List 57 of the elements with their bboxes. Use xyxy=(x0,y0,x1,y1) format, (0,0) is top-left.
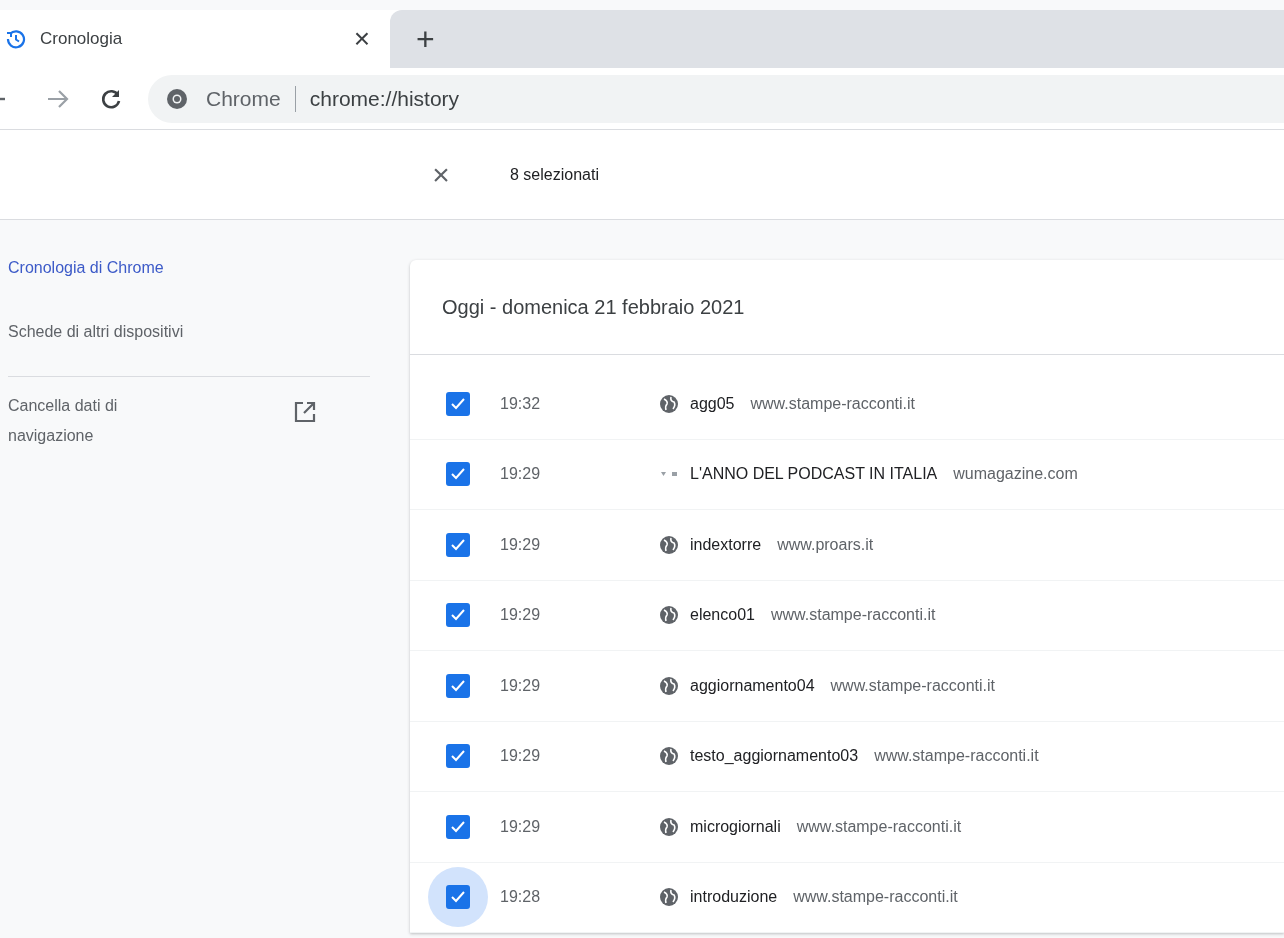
visit-time: 19:29 xyxy=(500,747,542,766)
globe-icon xyxy=(659,746,679,767)
row-checkbox[interactable] xyxy=(446,885,470,910)
clear-data-link[interactable]: Cancella dati di navigazione xyxy=(8,391,178,451)
domain-text: www.stampe-racconti.it xyxy=(770,606,936,625)
visit-time: 19:29 xyxy=(500,465,542,484)
row-checkbox[interactable] xyxy=(446,462,470,487)
domain-text: www.stampe-racconti.it xyxy=(830,676,996,695)
domain-text: www.stampe-racconti.it xyxy=(750,394,915,413)
visit-time: 19:28 xyxy=(500,888,542,907)
site-label: Chrome xyxy=(206,86,281,111)
domain-text: www.stampe-racconti.it xyxy=(793,888,958,907)
page-title-link[interactable]: indextorre xyxy=(690,535,762,554)
url-text: chrome://history xyxy=(309,86,460,111)
row-checkbox[interactable] xyxy=(446,814,470,839)
sidebar-item[interactable]: Schede di altri dispositivi xyxy=(0,320,410,384)
visit-time: 19:29 xyxy=(500,676,542,695)
row-checkbox[interactable] xyxy=(446,673,470,698)
domain-text: wumagazine.com xyxy=(953,465,1078,484)
page-title-link[interactable]: testo_aggiornamento03 xyxy=(690,747,859,766)
domain-text: www.proars.it xyxy=(777,535,874,554)
sidebar-item[interactable]: Cronologia di Chrome xyxy=(0,256,410,320)
external-link-icon[interactable] xyxy=(294,401,316,423)
chrome-logo-icon xyxy=(166,87,188,110)
domain-text: www.stampe-racconti.it xyxy=(796,817,962,836)
forward-arrow-icon[interactable] xyxy=(46,87,70,110)
page-title-link[interactable]: elenco01 xyxy=(690,606,755,625)
close-tab-button[interactable]: × xyxy=(348,25,376,53)
domain-text: www.stampe-racconti.it xyxy=(874,747,1039,766)
page-title-link[interactable]: introduzione xyxy=(690,888,778,907)
row-checkbox[interactable] xyxy=(446,603,470,628)
globe-icon xyxy=(659,675,679,696)
page-title-link[interactable]: agg05 xyxy=(690,394,735,413)
history-clock-icon xyxy=(6,29,26,49)
clear-selection-button[interactable]: × xyxy=(428,159,454,190)
globe-icon xyxy=(659,887,679,908)
new-tab-button[interactable]: + xyxy=(416,23,435,55)
selected-count: 8 selezionati xyxy=(510,165,599,184)
date-heading: Oggi - domenica 21 febbraio 2021 xyxy=(410,260,1284,355)
visit-time: 19:29 xyxy=(500,606,542,625)
row-checkbox[interactable] xyxy=(446,532,470,557)
page-title-link[interactable]: aggiornamento04 xyxy=(690,676,815,695)
globe-icon xyxy=(659,393,679,414)
globe-icon xyxy=(659,816,679,837)
visit-time: 19:29 xyxy=(500,535,542,554)
globe-icon xyxy=(659,605,679,626)
page-title-link[interactable]: L'ANNO DEL PODCAST IN ITALIA xyxy=(690,465,938,484)
row-checkbox[interactable] xyxy=(446,744,470,769)
page-title-link[interactable]: microgiornali xyxy=(690,817,781,836)
tab-title: Cronologia xyxy=(40,29,124,49)
reload-icon[interactable] xyxy=(100,87,122,110)
globe-icon xyxy=(659,534,679,555)
address-bar[interactable]: Chrome chrome://history xyxy=(148,74,1284,123)
row-checkbox[interactable] xyxy=(446,391,470,416)
visit-time: 19:29 xyxy=(500,817,542,836)
visit-time: 19:32 xyxy=(500,394,542,413)
dots-icon xyxy=(660,471,678,478)
